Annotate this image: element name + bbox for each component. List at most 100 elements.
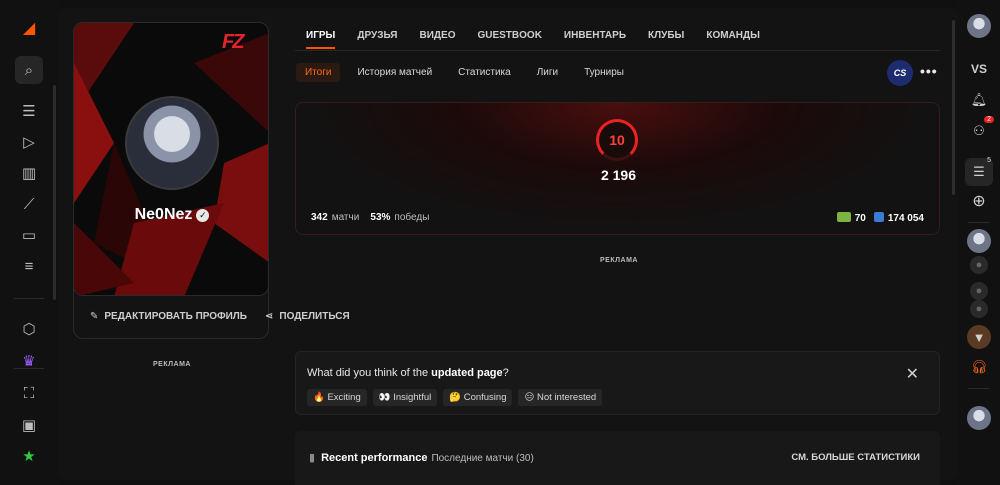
briefcase-icon[interactable]: ▣ [15, 411, 43, 439]
sidebar-divider [14, 298, 44, 299]
feedback-question-bold: updated page [431, 367, 503, 379]
user-avatar[interactable] [967, 14, 991, 38]
feedback-panel: What did you think of the updated page? … [295, 351, 940, 415]
tab-guestbook[interactable]: GUESTBOOK [477, 30, 541, 49]
app-root: ◢ ⌕ ☰ ▷ ▥ ⟋ ▭ ≡ ⬡ ♛ ⛶ ▣ ★ FZ Ne0Nez✓ ✎ [0, 0, 1000, 485]
see-more-stats-link[interactable]: СМ. БОЛЬШЕ СТАТИСТИКИ [791, 452, 920, 463]
subtab-summary[interactable]: Итоги [296, 63, 341, 82]
tab-teams[interactable]: КОМАНДЫ [706, 30, 760, 49]
profile-card: FZ Ne0Nez ✓ [73, 22, 269, 296]
empty-slot-icon[interactable]: ● [970, 300, 988, 318]
subtab-statistics[interactable]: Статистика [449, 63, 520, 82]
profile-nickname: Ne0Nez ✓ [74, 206, 268, 224]
feedback-option-confusing[interactable]: 🤔 Confusing [443, 389, 513, 406]
tab-clubs[interactable]: КЛУБЫ [648, 30, 684, 49]
stats-card: 10 2 196 342 матчи 53% победы 70 174 054 [295, 102, 940, 235]
points-summary: 70 174 054 [836, 212, 924, 224]
matches-label: матчи [331, 212, 360, 223]
profile-actions: ✎ РЕДАКТИРОВАТЬ ПРОФИЛЬ ⋖ ПОДЕЛИТЬСЯ [90, 311, 350, 322]
list-icon[interactable]: ≡ [15, 252, 43, 280]
empty-slot-icon[interactable]: ● [970, 282, 988, 300]
nickname-text: Ne0Nez [134, 206, 193, 223]
team-logo: FZ [222, 31, 244, 53]
close-icon[interactable]: ✕ [906, 364, 919, 384]
leaderboard-icon[interactable]: ▥ [15, 159, 43, 187]
star-icon[interactable]: ★ [15, 442, 43, 470]
verified-icon: ✓ [196, 209, 210, 222]
share-button[interactable]: ⋖ ПОДЕЛИТЬСЯ [265, 311, 350, 322]
party-icon[interactable]: ☰ 5 [967, 157, 991, 184]
matches-count: 342 [311, 212, 328, 223]
edit-profile-button[interactable]: ✎ РЕДАКТИРОВАТЬ ПРОФИЛЬ [90, 311, 247, 322]
friend-avatar[interactable]: ▼ [967, 325, 991, 349]
sidebar-scrollbar[interactable] [53, 85, 56, 300]
feedback-options: 🔥 Exciting 👀 Insightful 🤔 Confusing 😑 No… [307, 389, 603, 406]
right-divider [968, 388, 990, 389]
feedback-question-suffix: ? [502, 367, 509, 379]
feedback-option-not-interested[interactable]: 😑 Not interested [518, 389, 603, 406]
sub-tabs: Итоги История матчей Статистика Лиги Тур… [296, 63, 633, 82]
bell-icon[interactable]: 🔔︎ [967, 88, 991, 112]
winrate-label: победы [394, 212, 430, 223]
friends-icon[interactable]: ⚇ 2 [967, 116, 994, 143]
feedback-question-prefix: What did you think of the [307, 367, 432, 379]
bar-chart-icon: ▮ [309, 452, 316, 464]
empty-slot-icon[interactable]: ● [970, 256, 988, 274]
find-players-icon[interactable]: ☰ [15, 97, 43, 125]
tab-video[interactable]: ВИДЕО [419, 30, 455, 49]
friend-avatar[interactable] [967, 229, 991, 253]
feedback-option-exciting[interactable]: 🔥 Exciting [307, 389, 367, 406]
tab-inventory[interactable]: ИНВЕНТАРЬ [564, 30, 626, 49]
purple-icon[interactable]: ♛ [15, 347, 43, 375]
share-label: ПОДЕЛИТЬСЯ [279, 311, 350, 322]
ad-label-left: РЕКЛАМА [153, 361, 191, 368]
tabs-divider [295, 50, 940, 51]
tab-games[interactable]: ИГРЫ [306, 30, 336, 49]
search-icon[interactable]: ⌕ [15, 56, 43, 84]
headset-icon[interactable]: 🎧︎ [967, 355, 991, 379]
winrate-value: 53% [370, 212, 391, 223]
elo-value: 2 196 [600, 167, 637, 183]
more-options-icon[interactable]: ••• [920, 63, 938, 79]
play-icon[interactable]: ▷ [15, 128, 43, 156]
recent-title-text: Recent performance [321, 452, 428, 464]
video-icon[interactable]: ▭ [15, 221, 43, 249]
scan-icon[interactable]: ⛶ [15, 379, 43, 407]
recent-performance-panel: ▮ Recent performance Последние матчи (30) … [295, 431, 940, 485]
left-sidebar: ◢ ⌕ ☰ ▷ ▥ ⟋ ▭ ≡ ⬡ ♛ ⛶ ▣ ★ [0, 0, 58, 485]
subtab-leagues[interactable]: Лиги [528, 63, 567, 82]
page-scrollbar[interactable] [952, 20, 955, 195]
main-tabs: ИГРЫ ДРУЗЬЯ ВИДЕО GUESTBOOK ИНВЕНТАРЬ КЛ… [306, 30, 760, 49]
points-b: 174 054 [873, 212, 924, 224]
avatar[interactable] [125, 96, 219, 190]
subtab-tournaments[interactable]: Турниры [575, 63, 633, 82]
tab-friends[interactable]: ДРУЗЬЯ [357, 30, 397, 49]
recent-subtitle: Последние матчи (30) [431, 453, 534, 464]
match-summary: 342 матчи 53% победы [311, 212, 429, 223]
feedback-option-insightful[interactable]: 👀 Insightful [372, 389, 438, 406]
pencil-icon: ✎ [90, 311, 99, 322]
skill-level-badge: 10 [596, 119, 638, 161]
hub-icon[interactable]: ⬡ [15, 315, 43, 343]
friend-requests-badge: 2 [984, 116, 994, 123]
friend-avatar[interactable] [967, 406, 991, 430]
subtab-match-history[interactable]: История матчей [348, 63, 441, 82]
ad-label-mid: РЕКЛАМА [600, 257, 638, 264]
points-icon [873, 212, 884, 222]
sidebar-divider [14, 368, 44, 369]
stats-icon[interactable]: ⟋ [15, 190, 43, 218]
share-icon: ⋖ [265, 311, 274, 322]
right-divider [968, 222, 990, 223]
add-icon[interactable]: ⊕ [967, 189, 991, 213]
game-selector[interactable]: CS [887, 60, 913, 86]
recent-performance-title: ▮ Recent performance Последние матчи (30) [309, 451, 534, 464]
feedback-question: What did you think of the updated page? [307, 367, 509, 379]
vs-button[interactable]: VS [967, 57, 991, 81]
ticket-icon [836, 212, 851, 222]
right-sidebar: VS 🔔︎ ⚇ 2 ☰ 5 ⊕ ● ● ● ▼ 🎧︎ [958, 0, 1000, 485]
points-b-value: 174 054 [887, 213, 924, 224]
edit-profile-label: РЕДАКТИРОВАТЬ ПРОФИЛЬ [104, 311, 247, 322]
party-badge: 5 [987, 157, 991, 164]
logo-icon[interactable]: ◢ [15, 14, 43, 42]
points-a-value: 70 [854, 213, 866, 224]
